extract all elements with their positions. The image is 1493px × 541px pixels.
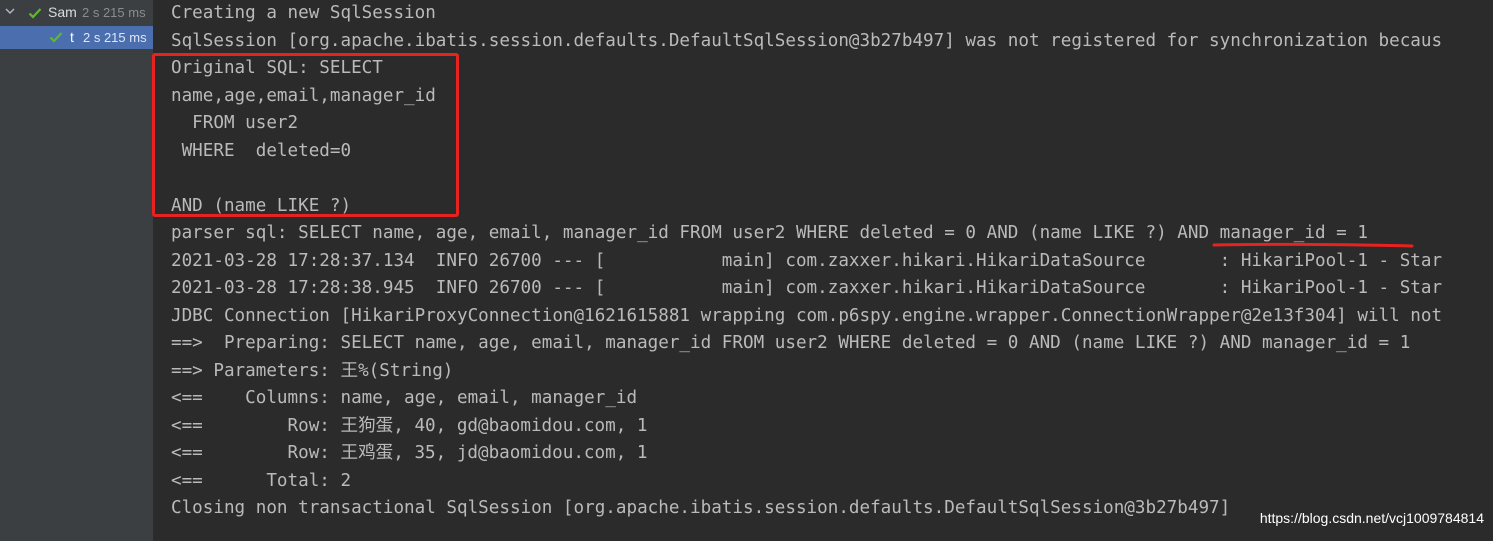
- console-line: <== Row: 王鸡蛋, 35, jd@baomidou.com, 1: [171, 443, 648, 463]
- test-duration: 2 s 215 ms: [82, 5, 146, 20]
- red-underline-annotation: [1212, 242, 1414, 248]
- red-highlight-box: [152, 53, 459, 217]
- console-line: <== Columns: name, age, email, manager_i…: [171, 388, 638, 408]
- check-icon: [28, 8, 42, 19]
- chevron-down-icon[interactable]: [4, 5, 16, 17]
- console-line: 2021-03-28 17:28:38.945 INFO 26700 --- […: [171, 278, 1443, 298]
- test-tree-item-sam[interactable]: Sam 2 s 215 ms: [0, 1, 153, 24]
- test-results-tree: Sam 2 s 215 ms t 2 s 215 ms: [0, 0, 153, 541]
- watermark: https://blog.csdn.net/vcj1009784814: [1259, 510, 1484, 526]
- console-line: ==> Preparing: SELECT name, age, email, …: [171, 333, 1411, 353]
- console-line: <== Total: 2: [171, 470, 352, 491]
- console-line: ==> Parameters: 王%(String): [171, 360, 454, 381]
- test-duration: 2 s 215 ms: [83, 30, 147, 45]
- console-line: parser sql: SELECT name, age, email, man…: [171, 223, 1368, 243]
- test-name: t: [70, 29, 74, 45]
- console-line: JDBC Connection [HikariProxyConnection@1…: [171, 305, 1443, 326]
- console-line: SqlSession [org.apache.ibatis.session.de…: [171, 30, 1443, 51]
- console-line: <== Row: 王狗蛋, 40, gd@baomidou.com, 1: [171, 415, 648, 436]
- console-line: Creating a new SqlSession: [171, 3, 436, 23]
- check-icon: [49, 32, 63, 43]
- console-line: Closing non transactional SqlSession [or…: [171, 498, 1231, 518]
- test-tree-item-t[interactable]: t 2 s 215 ms: [0, 26, 153, 49]
- test-name: Sam: [48, 4, 77, 20]
